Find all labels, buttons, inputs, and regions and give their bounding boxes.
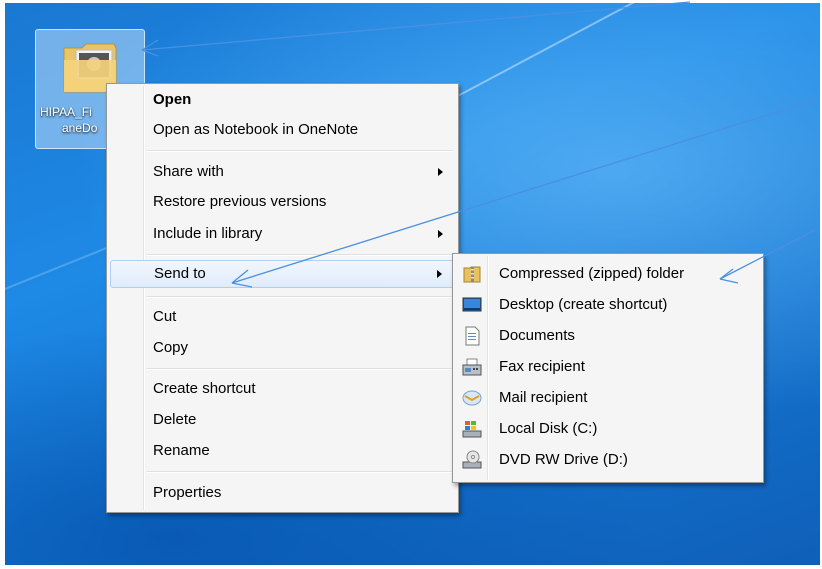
submenu-arrow-icon — [437, 270, 442, 278]
menu-separator — [147, 296, 453, 298]
submenu-arrow-icon — [438, 230, 443, 238]
mail-icon — [462, 390, 482, 406]
send-to-item-dvd[interactable]: DVD RW Drive (D:) — [456, 444, 760, 475]
context-menu: Open Open as Notebook in OneNote Share w… — [106, 83, 459, 513]
menu-item-properties[interactable]: Properties — [110, 479, 455, 507]
menu-item-copy[interactable]: Copy — [110, 334, 455, 362]
send-to-item-local-disk[interactable]: Local Disk (C:) — [456, 413, 760, 444]
dvd-drive-icon — [462, 450, 482, 469]
menu-separator — [147, 254, 453, 256]
send-to-item-desktop[interactable]: Desktop (create shortcut) — [456, 289, 760, 320]
send-to-item-label: Desktop (create shortcut) — [499, 296, 668, 313]
fax-icon — [462, 358, 482, 376]
send-to-item-label: Documents — [499, 327, 575, 344]
wallpaper-streak — [404, 3, 777, 125]
menu-separator — [147, 150, 453, 152]
send-to-item-label: Local Disk (C:) — [499, 420, 598, 437]
menu-item-send-to-label: Send to — [154, 265, 206, 282]
menu-item-include-library-label: Include in library — [153, 225, 263, 242]
menu-item-open-onenote[interactable]: Open as Notebook in OneNote — [110, 116, 455, 144]
menu-item-delete[interactable]: Delete — [110, 406, 455, 434]
send-to-item-label: Compressed (zipped) folder — [499, 265, 685, 282]
menu-item-restore-versions[interactable]: Restore previous versions — [110, 188, 455, 216]
send-to-item-documents[interactable]: Documents — [456, 320, 760, 351]
desktop-icon — [462, 297, 482, 312]
menu-item-open[interactable]: Open — [110, 86, 455, 114]
menu-item-cut[interactable]: Cut — [110, 303, 455, 331]
send-to-item-label: Mail recipient — [499, 389, 588, 406]
send-to-item-label: DVD RW Drive (D:) — [499, 451, 628, 468]
documents-icon — [465, 326, 480, 346]
menu-item-send-to[interactable]: Send to — [110, 260, 455, 288]
menu-item-create-shortcut[interactable]: Create shortcut — [110, 375, 455, 403]
send-to-item-fax[interactable]: Fax recipient — [456, 351, 760, 382]
send-to-submenu: Compressed (zipped) folder Desktop (crea… — [452, 253, 764, 483]
send-to-item-label: Fax recipient — [499, 358, 585, 375]
menu-separator — [147, 368, 453, 370]
send-to-item-mail[interactable]: Mail recipient — [456, 382, 760, 413]
menu-item-share-with[interactable]: Share with — [110, 158, 455, 186]
menu-item-include-library[interactable]: Include in library — [110, 220, 455, 248]
menu-item-share-with-label: Share with — [153, 163, 224, 180]
zip-folder-icon — [463, 266, 481, 283]
menu-separator — [147, 471, 453, 473]
send-to-item-zip[interactable]: Compressed (zipped) folder — [456, 258, 760, 289]
menu-item-rename[interactable]: Rename — [110, 437, 455, 465]
local-disk-icon — [462, 421, 482, 438]
submenu-arrow-icon — [438, 168, 443, 176]
